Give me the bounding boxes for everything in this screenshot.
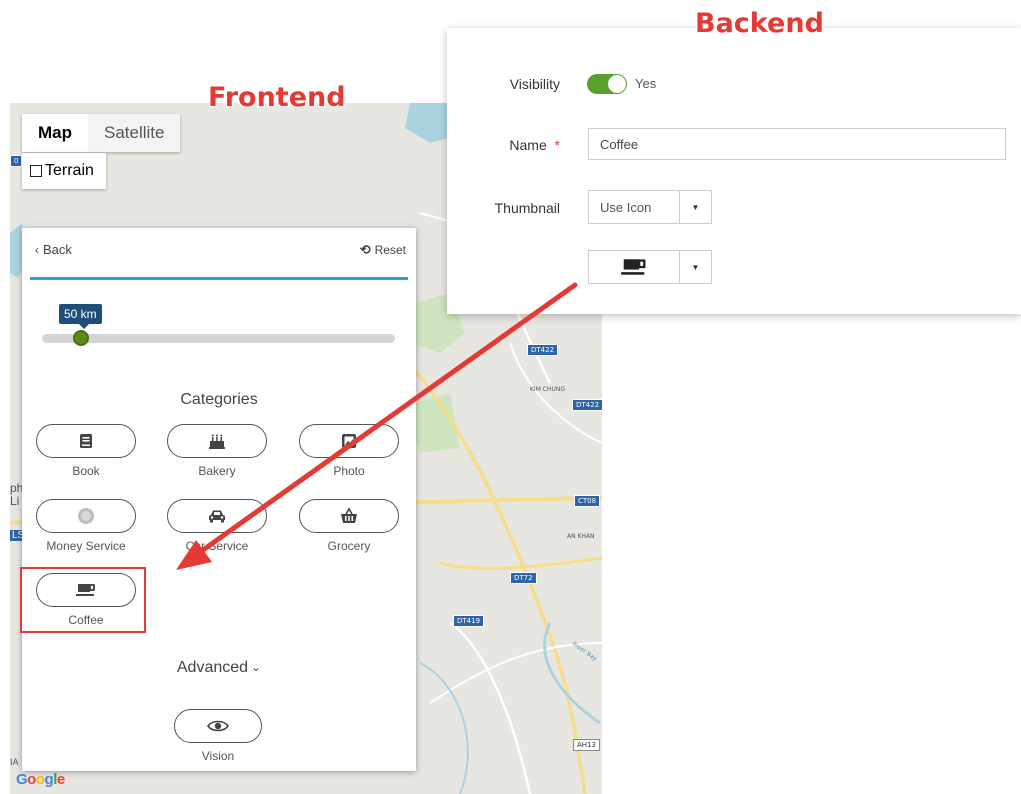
search-filter-panel: ‹ Back ⟲ Reset 50 km Categories Book Bak… [22,228,416,771]
chevron-down-icon: ⌄ [251,660,262,674]
terrain-label: Terrain [45,162,94,179]
vision-button[interactable] [174,709,262,743]
thumbnail-label: Thumbnail [494,200,560,216]
road-label: DT422 [527,344,559,356]
terrain-checkbox[interactable]: Terrain [22,153,106,189]
cake-icon [209,434,225,449]
road-label: 0 [10,155,23,167]
category-button[interactable] [36,424,136,458]
category-label: Book [72,464,100,478]
road-label: CT08 [574,495,601,507]
reset-button[interactable]: ⟲ Reset [360,242,406,258]
category-bakery[interactable]: Bakery [167,424,267,478]
coffee-icon [76,584,95,596]
category-label: Bakery [198,464,236,478]
required-mark: * [554,137,560,153]
category-button[interactable] [36,573,136,607]
category-book[interactable]: Book [36,424,136,478]
caret-down-icon: ▼ [679,251,711,283]
eye-icon [207,720,229,732]
advanced-toggle[interactable]: Advanced ⌄ [22,659,416,677]
google-logo: Google [16,771,65,788]
coffee-icon [621,259,646,275]
book-icon [80,434,92,448]
map-edge-label: IA [10,757,19,767]
road-label: DT419 [453,615,485,627]
back-label: Back [43,242,72,257]
thumbnail-select-value: Use Icon [600,199,652,215]
name-field[interactable]: Coffee [588,128,1006,160]
car-icon [209,510,225,523]
chevron-left-icon: ‹ [35,242,39,257]
name-label: Name * [509,137,560,153]
category-label: Photo [333,464,365,478]
category-label: Coffee [68,613,104,627]
map-view-button[interactable]: Map [22,114,88,152]
category-coffee[interactable]: Coffee [36,573,136,627]
visibility-toggle[interactable] [587,74,627,94]
thumbnail-select[interactable]: Use Icon ▼ [588,190,712,224]
category-car-service[interactable]: Car Service [167,499,267,553]
vision-label: Vision [201,749,235,763]
category-label: Grocery [327,539,371,553]
caret-down-icon: ▼ [679,191,711,223]
radius-slider-track[interactable] [42,334,395,343]
road-label: DT72 [510,572,537,584]
panel-divider [30,277,408,280]
frontend-annotation: Frontend [208,82,346,113]
road-label: AH13 [573,739,600,751]
category-button[interactable] [167,424,267,458]
category-money-service[interactable]: Money Service [36,499,136,553]
place-label: AN KHÁN [567,533,595,540]
category-button[interactable] [299,424,399,458]
icon-select-value [589,251,679,283]
satellite-view-button[interactable]: Satellite [88,114,181,152]
categories-heading: Categories [180,391,258,408]
category-button[interactable] [299,499,399,533]
toggle-knob [608,75,626,93]
visibility-value: Yes [635,76,657,91]
category-label: Car Service [185,539,249,553]
road-label: DT422 [572,399,602,411]
map-type-control: Map Satellite [22,114,181,152]
category-button[interactable] [167,499,267,533]
radius-slider-handle[interactable] [72,330,89,346]
backend-annotation: Backend [695,8,824,39]
photo-icon [342,434,356,448]
icon-select[interactable]: ▼ [588,250,712,284]
radius-value-tooltip: 50 km [59,304,102,329]
basket-icon [341,508,357,523]
checkbox-icon [30,165,42,177]
advanced-label: Advanced [176,659,249,676]
back-button[interactable]: ‹ Back [35,242,72,257]
filter-vision[interactable]: Vision [174,709,274,763]
category-label: Money Service [46,539,126,553]
reset-icon: ⟲ [359,242,371,257]
category-button[interactable] [36,499,136,533]
visibility-label: Visibility [509,76,560,92]
reset-label: Reset [374,243,406,257]
category-photo[interactable]: Photo [299,424,399,478]
coin-icon [78,508,94,524]
category-grocery[interactable]: Grocery [299,499,399,553]
place-label: KIM CHUNG [530,386,566,393]
backend-form-panel: Visibility Yes Name * Coffee Thumbnail U… [447,28,1021,314]
